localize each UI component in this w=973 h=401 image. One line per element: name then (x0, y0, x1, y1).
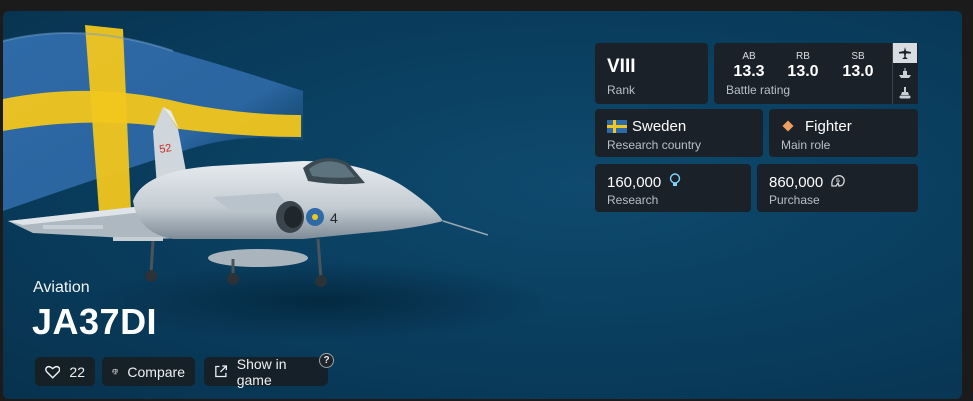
br-sb-value: 13.0 (842, 63, 874, 80)
purchase-label: Purchase (769, 193, 820, 207)
role-label: Main role (781, 138, 831, 152)
br-ab: AB 13.3 (724, 51, 774, 81)
vehicle-banner: 52 4 Aviation JA37DI 22 Compare Show in … (3, 11, 962, 399)
favorite-button[interactable]: 22 (35, 357, 95, 386)
country-label: Research country (607, 138, 702, 152)
heart-icon (45, 365, 61, 379)
br-ab-label: AB (742, 51, 756, 62)
battle-rating-label: Battle rating (726, 83, 791, 97)
vehicle-type-switcher (892, 43, 918, 104)
external-launch-icon (215, 365, 228, 378)
ship-mode-button[interactable] (893, 63, 917, 83)
br-rb-value: 13.0 (787, 63, 819, 80)
research-panel: 160,000 Research (595, 164, 751, 212)
br-rb-label: RB (796, 51, 810, 62)
role-value: Fighter (805, 118, 852, 135)
vehicle-category: Aviation (33, 279, 90, 296)
silver-lions-icon (831, 175, 845, 187)
nose-number: 4 (330, 210, 338, 226)
research-value: 160,000 (607, 174, 662, 191)
compare-button[interactable]: Compare (102, 357, 195, 386)
purchase-value: 860,000 (769, 174, 824, 191)
br-ab-value: 13.3 (733, 63, 765, 80)
battle-rating-panel: AB 13.3 RB 13.0 SB 13.0 Battle rating (714, 43, 892, 104)
ship-icon (899, 68, 911, 78)
rank-value: VIII (607, 56, 636, 77)
vehicle-name: JA37DI (32, 301, 158, 342)
scales-icon (112, 368, 119, 375)
research-bulb-icon (669, 173, 681, 186)
fighter-role-icon (782, 120, 794, 132)
role-panel: Fighter Main role (769, 109, 918, 157)
rank-panel: VIII Rank (595, 43, 708, 104)
show-in-game-button[interactable]: Show in game (204, 355, 328, 388)
country-panel: Sweden Research country (595, 109, 763, 157)
plane-icon (899, 47, 911, 59)
tank-mode-button[interactable] (893, 83, 917, 103)
favorites-count: 22 (69, 363, 85, 380)
compare-label: Compare (127, 363, 185, 380)
sweden-flag-icon (607, 120, 627, 133)
br-rb: RB 13.0 (778, 51, 828, 81)
br-sb-label: SB (851, 51, 865, 62)
fin-number: 52 (158, 142, 172, 156)
tank-icon (899, 87, 911, 99)
country-value: Sweden (632, 118, 687, 135)
rank-label: Rank (607, 83, 636, 97)
br-sb: SB 13.0 (833, 51, 883, 81)
help-badge[interactable]: ? (319, 353, 334, 368)
plane-mode-button[interactable] (893, 43, 917, 63)
research-label: Research (607, 193, 659, 207)
purchase-panel: 860,000 Purchase (757, 164, 918, 212)
help-glyph: ? (323, 355, 330, 366)
show-in-game-label: Show in game (236, 355, 287, 388)
